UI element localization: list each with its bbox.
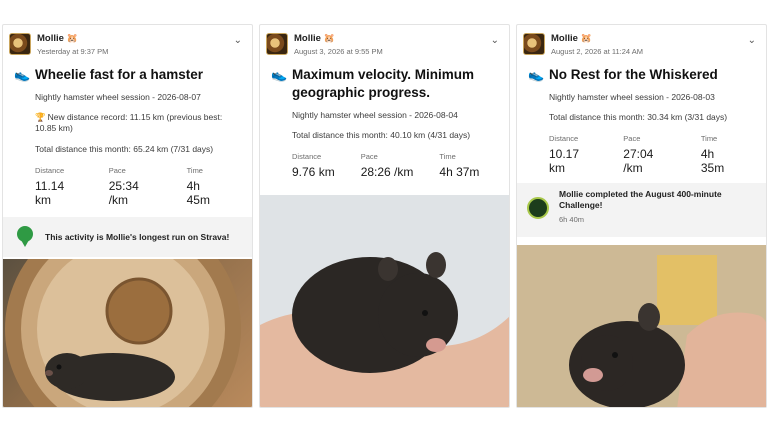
activity-title[interactable]: No Rest for the Whiskered [549, 66, 758, 84]
activity-timestamp: August 3, 2026 at 9:55 PM [294, 47, 383, 56]
chevron-down-icon[interactable]: ⌄ [491, 35, 499, 46]
activity-card[interactable]: Mollie 🐹 August 3, 2026 at 9:55 PM ⌄ 👟 M… [259, 24, 510, 408]
card-header: Mollie 🐹 August 3, 2026 at 9:55 PM ⌄ [260, 25, 509, 61]
monthly-total: Total distance this month: 30.34 km (3/3… [549, 112, 728, 122]
activity-photo[interactable] [260, 195, 509, 407]
card-header: Mollie 🐹 August 2, 2026 at 11:24 AM ⌄ [517, 25, 766, 61]
hamster-face-icon: 🐹 [323, 33, 335, 43]
stat-pace: Pace 25:34 /km [108, 166, 139, 207]
hamster-wheel-photo [5, 259, 241, 407]
activity-timestamp: August 2, 2026 at 11:24 AM [551, 47, 644, 56]
activity-description: Nightly hamster wheel session - 2026-08-… [549, 92, 715, 102]
athlete-name[interactable]: Mollie 🐹 [294, 33, 335, 44]
activity-card[interactable]: Mollie 🐹 Yesterday at 9:37 PM ⌄ 👟 Wheeli… [2, 24, 253, 408]
chevron-down-icon[interactable]: ⌄ [748, 35, 756, 46]
activity-photo[interactable] [517, 245, 766, 407]
stat-distance: Distance 10.17 km [549, 134, 580, 175]
achievement-banner[interactable]: This activity is Mollie's longest run on… [3, 217, 252, 257]
chevron-down-icon[interactable]: ⌄ [234, 35, 242, 46]
avatar[interactable] [266, 33, 288, 55]
challenge-banner[interactable]: Mollie completed the August 400-minute C… [517, 183, 766, 237]
hamster-face-icon: 🐹 [66, 33, 78, 43]
athlete-name[interactable]: Mollie 🐹 [551, 33, 592, 44]
stat-pace: Pace 27:04 /km [623, 134, 654, 175]
stats-row: Distance 11.14 km Pace 25:34 /km Time 4h… [3, 166, 252, 207]
shoe-icon: 👟 [14, 67, 31, 82]
stats-row: Distance 10.17 km Pace 27:04 /km Time 4h… [517, 134, 766, 175]
hamster-face-icon: 🐹 [580, 33, 592, 43]
monthly-total: Total distance this month: 40.10 km (4/3… [292, 130, 471, 140]
stat-distance: Distance 11.14 km [35, 166, 65, 207]
stats-row: Distance 9.76 km Pace 28:26 /km Time 4h … [260, 152, 509, 179]
hamster-in-hand-photo [260, 195, 509, 407]
activity-description: Nightly hamster wheel session - 2026-08-… [35, 92, 201, 102]
athlete-name[interactable]: Mollie 🐹 [37, 33, 78, 44]
hamster-in-cage-photo [517, 245, 766, 407]
monthly-total: Total distance this month: 65.24 km (7/3… [35, 144, 214, 154]
activity-title[interactable]: Wheelie fast for a hamster [35, 66, 244, 84]
stat-pace: Pace 28:26 /km [360, 152, 414, 179]
activity-timestamp: Yesterday at 9:37 PM [37, 47, 109, 56]
challenge-badge-icon [527, 197, 549, 219]
trophy-icon: 🏆 [35, 112, 46, 122]
stat-time: Time 4h 45m [186, 166, 210, 207]
stat-time: Time 4h 37m [439, 152, 480, 179]
shoe-icon: 👟 [271, 67, 288, 82]
challenge-text: Mollie completed the August 400-minute C… [559, 189, 722, 210]
activity-description: Nightly hamster wheel session - 2026-08-… [292, 110, 458, 120]
activity-card[interactable]: Mollie 🐹 August 2, 2026 at 11:24 AM ⌄ 👟 … [516, 24, 767, 408]
activity-title[interactable]: Maximum velocity. Minimum geographic pro… [292, 66, 501, 102]
record-note: 🏆 New distance record: 11.15 km (previous… [35, 112, 223, 133]
ribbon-award-icon [17, 226, 33, 247]
avatar[interactable] [9, 33, 31, 55]
stat-time: Time 4h 35m [700, 134, 725, 175]
avatar[interactable] [523, 33, 545, 55]
achievement-text: This activity is Mollie's longest run on… [45, 231, 230, 242]
challenge-time: 6h 40m [559, 215, 585, 224]
card-header: Mollie 🐹 Yesterday at 9:37 PM ⌄ [3, 25, 252, 61]
activity-photo[interactable] [3, 259, 252, 407]
shoe-icon: 👟 [528, 67, 545, 82]
stat-distance: Distance 9.76 km [292, 152, 335, 179]
